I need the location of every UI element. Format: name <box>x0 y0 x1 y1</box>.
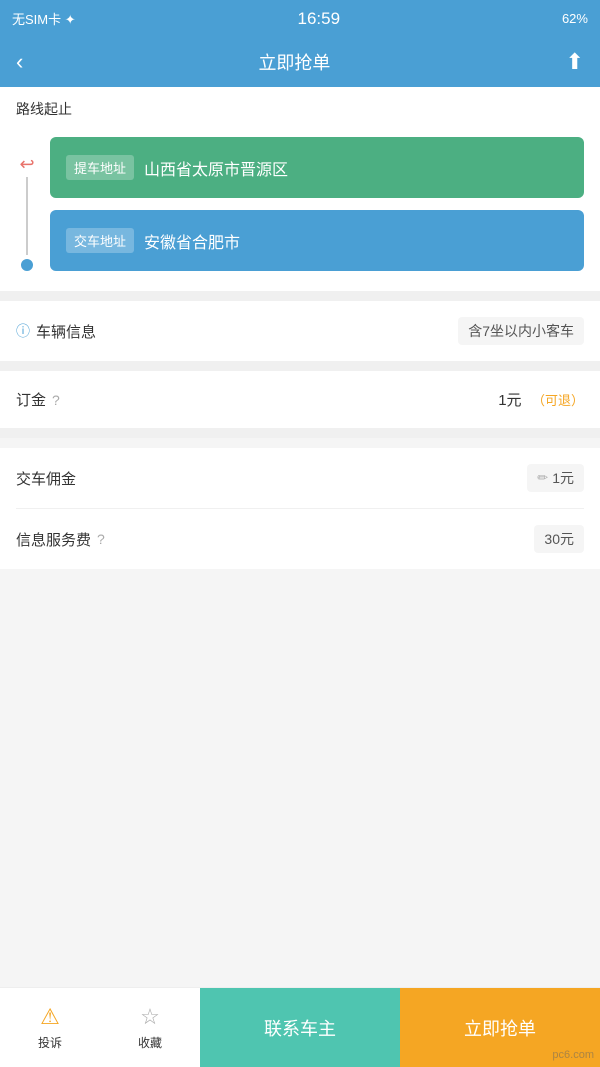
status-time: 16:59 <box>298 9 341 29</box>
service-fee-help-icon[interactable]: ? <box>97 531 105 547</box>
sim-status: 无SIM卡 ✦ <box>12 9 76 28</box>
dropoff-address: 安徽省合肥市 <box>144 229 568 253</box>
battery-status: 62% <box>562 11 588 26</box>
route-connector <box>26 177 28 255</box>
info-icon: ⓘ <box>16 321 30 341</box>
service-fee-row: 信息服务费 ? 30元 <box>16 509 584 569</box>
service-fee-label: 信息服务费 <box>16 529 91 550</box>
favorite-label: 收藏 <box>138 1034 162 1051</box>
status-bar: 无SIM卡 ✦ 16:59 62% <box>0 0 600 37</box>
divider-1 <box>0 291 600 301</box>
divider-3 <box>0 428 600 438</box>
deposit-label-group: 订金 ? <box>16 389 60 410</box>
share-button[interactable]: ⬆ <box>566 49 584 75</box>
dropoff-icon <box>21 259 33 271</box>
route-line: ↩ <box>16 137 38 271</box>
dropoff-tag: 交车地址 <box>66 228 134 253</box>
pickup-tag: 提车地址 <box>66 155 134 180</box>
complaint-label: 投诉 <box>38 1034 62 1051</box>
vehicle-info-row: ⓘ 车辆信息 含7坐以内小客车 <box>16 301 584 361</box>
deposit-help-icon[interactable]: ? <box>52 392 60 408</box>
deposit-refund: （可退） <box>532 393 584 408</box>
commission-row: 交车佣金 ✏ 1元 <box>16 448 584 509</box>
bottom-bar: ⚠ 投诉 ☆ 收藏 联系车主 立即抢单 <box>0 987 600 1067</box>
dropoff-card[interactable]: 交车地址 安徽省合肥市 <box>50 210 584 271</box>
fee-section: 交车佣金 ✏ 1元 信息服务费 ? 30元 <box>0 448 600 569</box>
favorite-icon: ☆ <box>140 1004 160 1030</box>
grab-button[interactable]: 立即抢单 <box>400 988 600 1067</box>
complaint-icon: ⚠ <box>40 1004 60 1030</box>
pickup-card[interactable]: 提车地址 山西省太原市晋源区 <box>50 137 584 198</box>
commission-label-group: 交车佣金 <box>16 468 76 489</box>
deposit-value-group: 1元 （可退） <box>498 389 584 410</box>
route-section-label: 路线起止 <box>0 87 600 127</box>
nav-title: 立即抢单 <box>258 49 330 75</box>
commission-value-group: ✏ 1元 <box>527 464 584 492</box>
deposit-row: 订金 ? 1元 （可退） <box>16 371 584 428</box>
service-fee-value: 30元 <box>534 525 584 553</box>
pickup-icon: ↩ <box>19 155 34 173</box>
commission-value: 1元 <box>552 468 574 488</box>
deposit-section: 订金 ? 1元 （可退） <box>0 371 600 428</box>
deposit-label: 订金 <box>16 389 46 410</box>
contact-button[interactable]: 联系车主 <box>200 988 400 1067</box>
status-left: 无SIM卡 ✦ <box>12 9 76 28</box>
route-cards: 提车地址 山西省太原市晋源区 交车地址 安徽省合肥市 <box>50 137 584 271</box>
vehicle-info-section: ⓘ 车辆信息 含7坐以内小客车 <box>0 301 600 361</box>
commission-label: 交车佣金 <box>16 468 76 489</box>
edit-icon: ✏ <box>537 470 548 486</box>
pickup-address: 山西省太原市晋源区 <box>144 156 568 180</box>
vehicle-info-label: 车辆信息 <box>36 321 96 342</box>
contact-button-label: 联系车主 <box>264 1015 336 1041</box>
nav-bar: ‹ 立即抢单 ⬆ <box>0 37 600 87</box>
back-button[interactable]: ‹ <box>16 49 23 75</box>
vehicle-info-value: 含7坐以内小客车 <box>458 317 584 345</box>
service-fee-label-group: 信息服务费 ? <box>16 529 105 550</box>
deposit-value: 1元 <box>498 392 521 409</box>
grab-button-label: 立即抢单 <box>464 1015 536 1041</box>
status-right: 62% <box>562 11 588 26</box>
bottom-actions: 联系车主 立即抢单 <box>200 988 600 1067</box>
complaint-tab[interactable]: ⚠ 投诉 <box>0 988 100 1067</box>
vehicle-info-left: ⓘ 车辆信息 <box>16 321 96 342</box>
route-section: ↩ 提车地址 山西省太原市晋源区 交车地址 安徽省合肥市 <box>0 127 600 291</box>
favorite-tab[interactable]: ☆ 收藏 <box>100 988 200 1067</box>
divider-2 <box>0 361 600 371</box>
